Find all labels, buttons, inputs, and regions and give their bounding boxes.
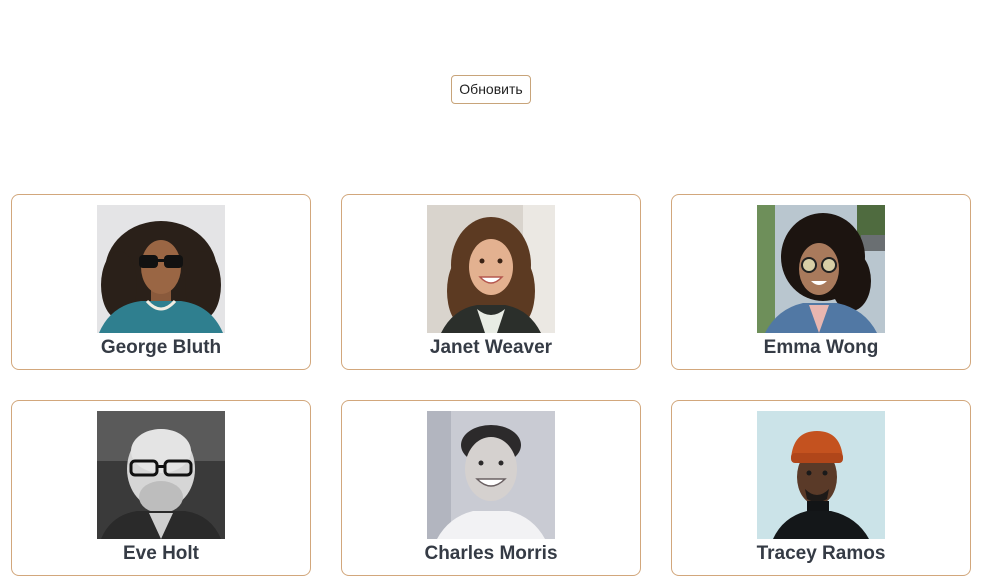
user-card: George Bluth [11,194,311,370]
user-card: Janet Weaver [341,194,641,370]
user-avatar-photo [427,411,555,539]
refresh-button[interactable]: Обновить [451,75,531,104]
user-name: Janet Weaver [429,337,553,358]
user-name: Tracey Ramos [756,543,886,564]
user-avatar-photo [97,411,225,539]
user-name: George Bluth [100,337,222,358]
user-avatar-photo [427,205,555,333]
user-card: Eve Holt [11,400,311,576]
user-card: Charles Morris [341,400,641,576]
user-avatar-photo [757,411,885,539]
user-name: Eve Holt [122,543,200,564]
user-avatar-photo [97,205,225,333]
user-card: Emma Wong [671,194,971,370]
user-name: Emma Wong [763,337,879,358]
user-card: Tracey Ramos [671,400,971,576]
user-avatar-photo [757,205,885,333]
user-name: Charles Morris [424,543,558,564]
